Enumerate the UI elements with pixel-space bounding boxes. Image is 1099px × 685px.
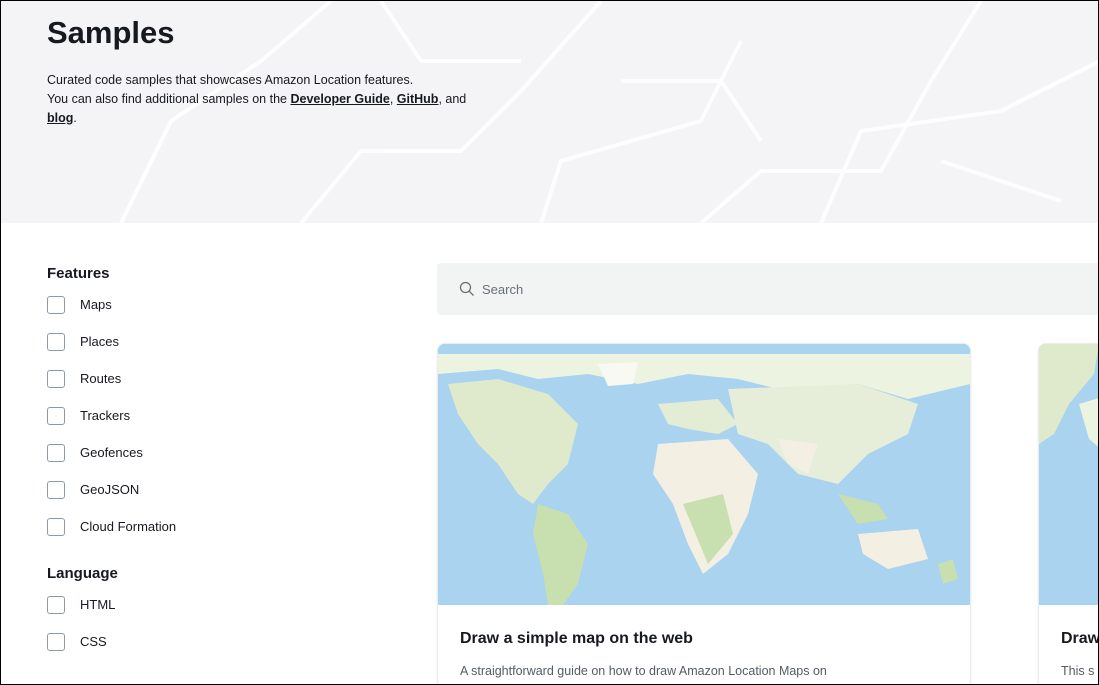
filter-sidebar: Features Maps Places Routes Trackers Geofenc…: [47, 265, 347, 660]
features-heading: Features: [47, 265, 110, 282]
card-description: This s: [1061, 664, 1095, 678]
language-list: HTML CSS: [47, 586, 347, 660]
description-line1: Curated code samples that showcases Amaz…: [47, 73, 414, 87]
map-image: [1039, 344, 1098, 605]
language-heading: Language: [47, 565, 118, 582]
page-description: Curated code samples that showcases Amaz…: [47, 71, 467, 128]
card-description: A straightforward guide on how to draw A…: [460, 664, 827, 678]
separator-and: , and: [438, 92, 467, 106]
description-line2-prefix: You can also find additional samples on …: [47, 92, 287, 106]
checkbox-label: Trackers: [80, 408, 131, 423]
checkbox[interactable]: [47, 632, 65, 651]
checkbox-label: HTML: [80, 597, 116, 612]
developer-guide-link[interactable]: Developer Guide: [290, 92, 389, 106]
language-filter-css[interactable]: CSS: [47, 623, 347, 660]
feature-filter-geojson[interactable]: GeoJSON: [47, 471, 347, 508]
sample-card[interactable]: Draw a simple map on the web A straightf…: [437, 343, 971, 684]
checkbox-label: GeoJSON: [80, 482, 140, 497]
checkbox[interactable]: [47, 480, 65, 499]
features-list: Maps Places Routes Trackers Geofences GeoJSON…: [47, 286, 347, 545]
hero-banner: Samples Curated code samples that showca…: [1, 1, 1098, 223]
feature-filter-routes[interactable]: Routes: [47, 360, 347, 397]
feature-filter-places[interactable]: Places: [47, 323, 347, 360]
github-link[interactable]: GitHub: [397, 92, 439, 106]
search-placeholder: Search: [482, 281, 524, 297]
checkbox-label: Geofences: [80, 445, 143, 460]
checkbox-label: Maps: [80, 297, 112, 312]
checkbox-label: Cloud Formation: [80, 519, 177, 534]
checkbox-label: Routes: [80, 371, 122, 386]
feature-filter-trackers[interactable]: Trackers: [47, 397, 347, 434]
checkbox-label: Places: [80, 334, 120, 349]
card-title: Draw a simple map on the web: [460, 630, 693, 647]
page-frame: Samples Curated code samples that showca…: [0, 0, 1099, 685]
separator-period: .: [73, 111, 77, 125]
page-title: Samples: [47, 15, 175, 50]
checkbox[interactable]: [47, 295, 65, 314]
checkbox[interactable]: [47, 595, 65, 614]
checkbox-label: CSS: [80, 634, 107, 649]
search-input[interactable]: Search: [437, 263, 1098, 315]
checkbox[interactable]: [47, 332, 65, 351]
map-thumbnail: [1039, 344, 1098, 605]
blog-link[interactable]: blog: [47, 111, 73, 125]
world-map-image: [438, 344, 970, 605]
language-filter-html[interactable]: HTML: [47, 586, 347, 623]
card-title: Draw: [1061, 630, 1099, 647]
sample-card[interactable]: Draw This s: [1038, 343, 1099, 684]
checkbox[interactable]: [47, 369, 65, 388]
feature-filter-cloud-formation[interactable]: Cloud Formation: [47, 508, 347, 545]
checkbox[interactable]: [47, 443, 65, 462]
feature-filter-geofences[interactable]: Geofences: [47, 434, 347, 471]
separator-comma: ,: [389, 92, 394, 106]
checkbox[interactable]: [47, 517, 65, 536]
world-map-thumbnail: [438, 344, 970, 605]
feature-filter-maps[interactable]: Maps: [47, 286, 347, 323]
checkbox[interactable]: [47, 406, 65, 425]
search-icon: [459, 281, 474, 296]
